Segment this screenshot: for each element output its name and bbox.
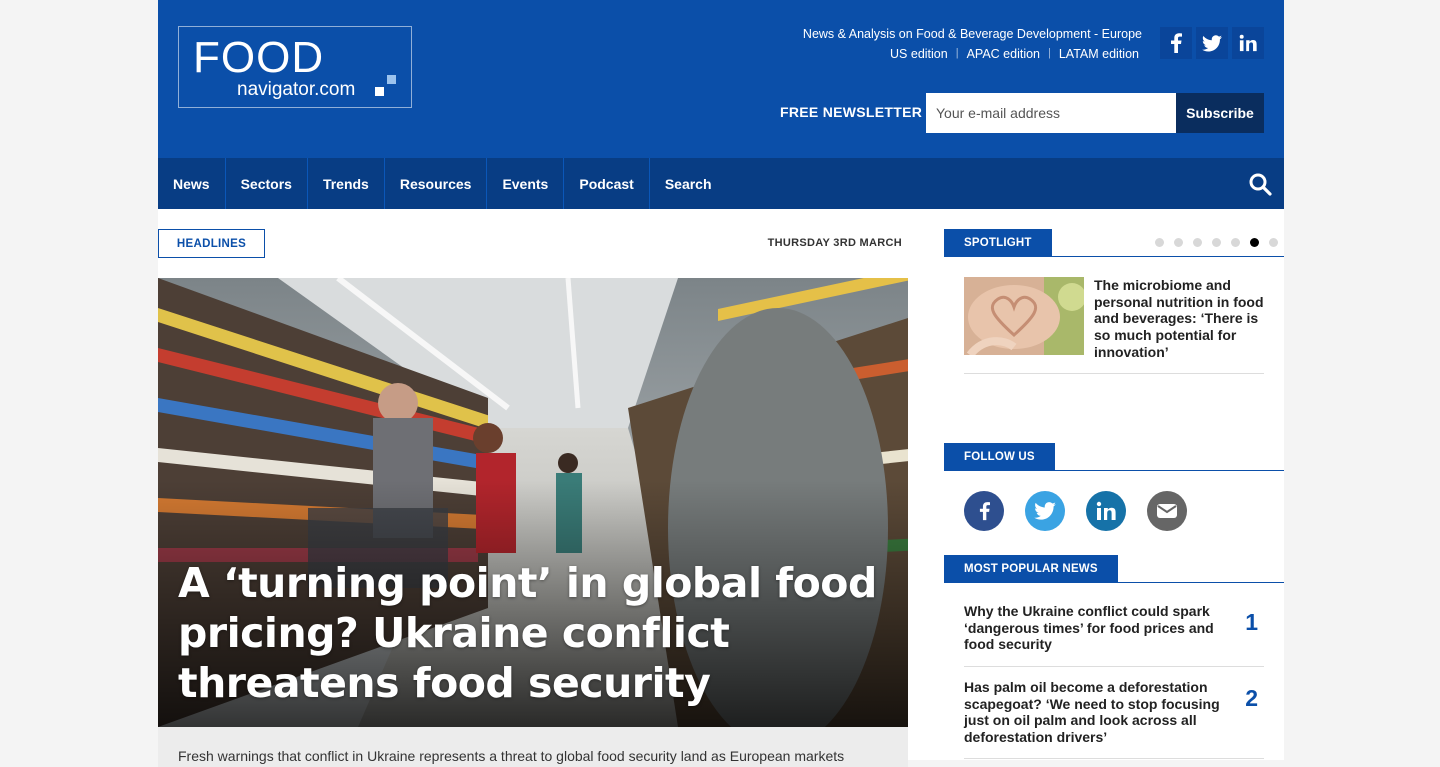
spotlight-header: SPOTLIGHT — [944, 229, 1284, 257]
carousel-dots — [1155, 238, 1278, 247]
edition-link-latam[interactable]: LATAM edition — [1059, 47, 1139, 61]
carousel-dot[interactable] — [1193, 238, 1202, 247]
popular-item-rank: 1 — [1245, 609, 1258, 635]
most-popular-header: MOST POPULAR NEWS — [944, 555, 1284, 583]
site-tagline: News & Analysis on Food & Beverage Devel… — [802, 27, 1142, 41]
popular-item-rank: 2 — [1245, 685, 1258, 711]
popular-item[interactable]: Has palm oil become a deforestation scap… — [964, 679, 1264, 759]
hero-excerpt: Fresh warnings that conflict in Ukraine … — [178, 748, 845, 764]
twitter-icon[interactable] — [1196, 27, 1228, 59]
hero-article[interactable]: A ‘turning point’ in global food pricing… — [158, 278, 908, 727]
edition-link-us[interactable]: US edition — [890, 47, 948, 61]
separator: | — [1048, 47, 1051, 59]
search-icon[interactable] — [1248, 172, 1272, 196]
carousel-dot[interactable] — [1155, 238, 1164, 247]
most-popular-label: MOST POPULAR NEWS — [944, 555, 1118, 583]
facebook-icon[interactable] — [1160, 27, 1192, 59]
headlines-tab[interactable]: HEADLINES — [158, 229, 265, 258]
twitter-icon[interactable] — [1025, 491, 1065, 531]
logo-food-text: FOOD — [193, 33, 325, 82]
linkedin-icon[interactable] — [1086, 491, 1126, 531]
nav-item-trends[interactable]: Trends — [308, 158, 385, 209]
edition-link-apac[interactable]: APAC edition — [967, 47, 1040, 61]
carousel-dot[interactable] — [1269, 238, 1278, 247]
masthead: FOOD navigator.com News & Analysis on Fo… — [158, 0, 1284, 158]
spotlight-image — [964, 277, 1084, 355]
hero-excerpt-box: Fresh warnings that conflict in Ukraine … — [158, 727, 908, 767]
email-input[interactable] — [926, 93, 1176, 133]
nav-item-resources[interactable]: Resources — [385, 158, 488, 209]
spotlight-item[interactable]: The microbiome and personal nutrition in… — [964, 277, 1264, 374]
spotlight-section: SPOTLIGHT The microbiome and personal nu… — [944, 229, 1284, 389]
follow-header: FOLLOW US — [944, 443, 1284, 471]
separator: | — [955, 47, 959, 59]
popular-item[interactable]: Why the Ukraine conflict could spark ‘da… — [964, 603, 1264, 667]
nav-item-news[interactable]: News — [158, 158, 226, 209]
nav-item-podcast[interactable]: Podcast — [564, 158, 650, 209]
nav-item-sectors[interactable]: Sectors — [226, 158, 308, 209]
site-logo[interactable]: FOOD navigator.com — [178, 26, 412, 108]
subscribe-button[interactable]: Subscribe — [1176, 93, 1264, 133]
carousel-dot[interactable] — [1231, 238, 1240, 247]
spotlight-label: SPOTLIGHT — [944, 229, 1052, 257]
page-container: FOOD navigator.com News & Analysis on Fo… — [158, 0, 1284, 767]
facebook-icon[interactable] — [964, 491, 1004, 531]
main-nav: News Sectors Trends Resources Events Pod… — [158, 158, 1284, 209]
popular-item-title[interactable]: Has palm oil become a deforestation scap… — [964, 679, 1224, 746]
carousel-dot[interactable] — [1174, 238, 1183, 247]
logo-square-mark — [387, 75, 396, 84]
newsletter-label: FREE NEWSLETTER — [780, 104, 923, 120]
header-social-links — [1160, 27, 1264, 59]
nav-item-events[interactable]: Events — [487, 158, 565, 209]
most-popular-section: MOST POPULAR NEWS Why the Ukraine confli… — [944, 555, 1284, 760]
logo-domain-text: navigator.com — [237, 79, 356, 100]
hero-headline[interactable]: A ‘turning point’ in global food pricing… — [178, 558, 878, 708]
email-icon[interactable] — [1147, 491, 1187, 531]
follow-section: FOLLOW US — [944, 443, 1284, 471]
follow-icons — [964, 491, 1187, 531]
follow-label: FOLLOW US — [944, 443, 1055, 471]
logo-square-mark — [375, 87, 384, 96]
carousel-dot-active[interactable] — [1250, 238, 1259, 247]
popular-item-title[interactable]: Why the Ukraine conflict could spark ‘da… — [964, 603, 1224, 653]
nav-item-search[interactable]: Search — [650, 158, 727, 209]
linkedin-icon[interactable] — [1232, 27, 1264, 59]
carousel-dot[interactable] — [1212, 238, 1221, 247]
spotlight-title[interactable]: The microbiome and personal nutrition in… — [1094, 277, 1264, 361]
current-date: THURSDAY 3RD MARCH — [767, 237, 902, 249]
edition-links: US edition | APAC edition | LATAM editio… — [890, 47, 1139, 61]
